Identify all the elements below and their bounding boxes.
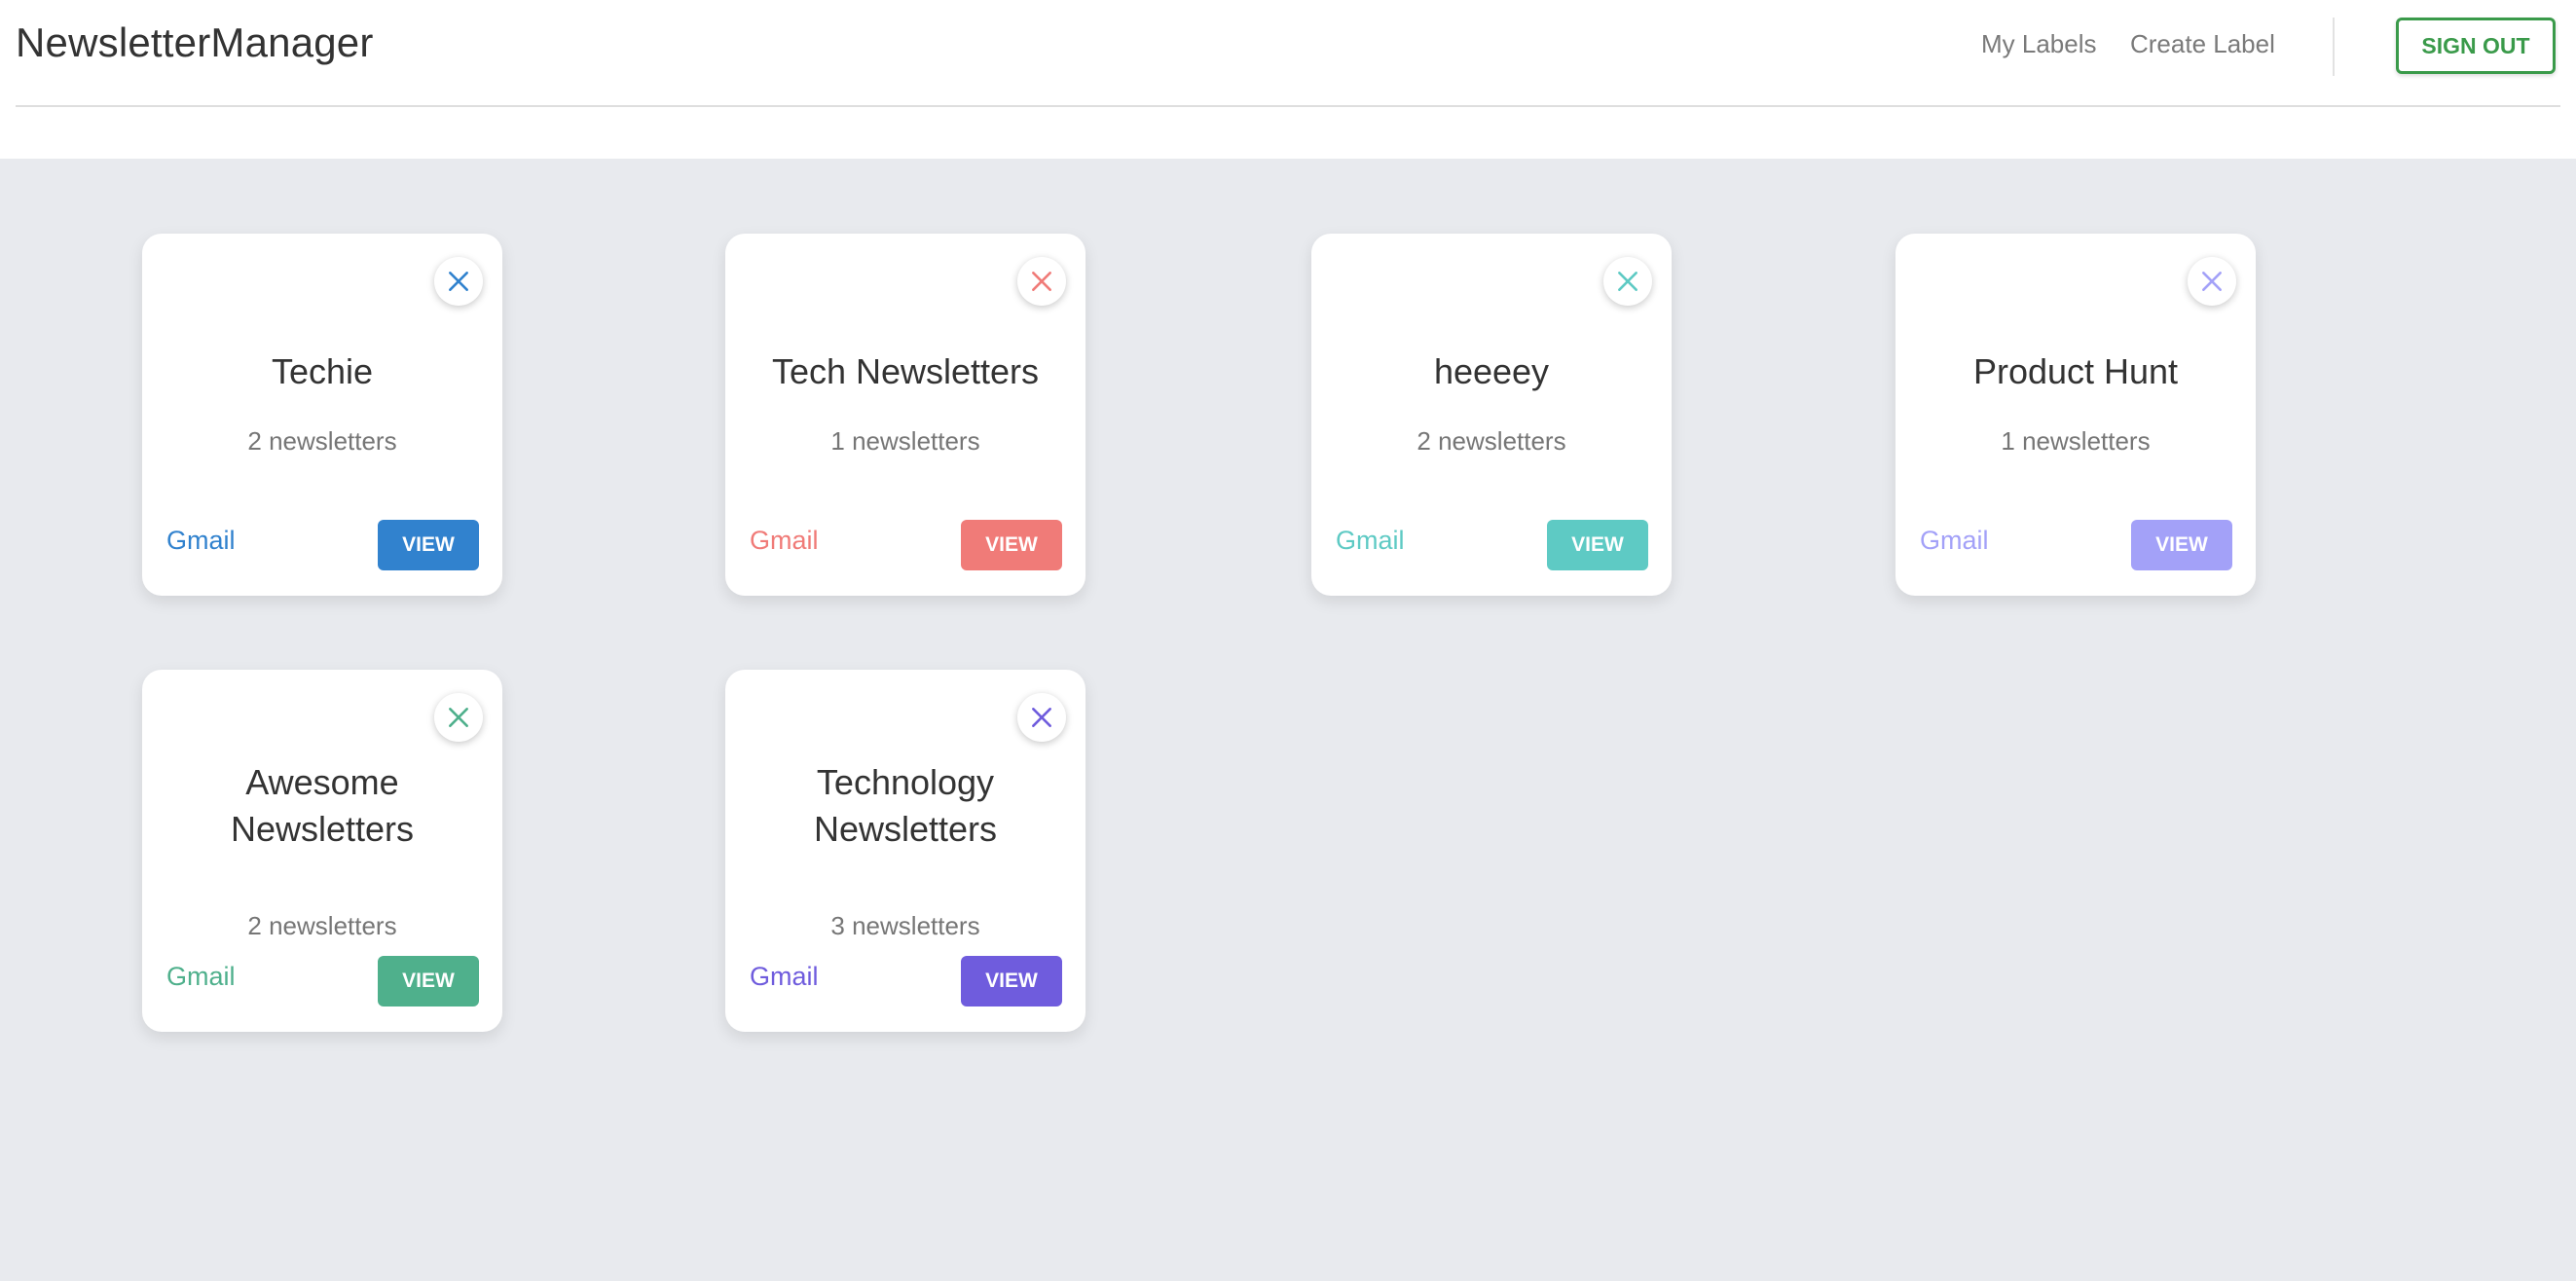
close-icon — [2202, 272, 2222, 291]
provider-link[interactable]: Gmail — [166, 526, 236, 556]
close-icon — [449, 272, 468, 291]
label-title: heeeey — [1433, 351, 1550, 391]
close-icon — [1032, 272, 1051, 291]
nav-my-labels[interactable]: My Labels — [1981, 29, 2097, 59]
label-card-technology-newsletters: Technology Newsletters 3 newsletters Gma… — [725, 670, 1086, 1032]
delete-label-button[interactable] — [1603, 257, 1652, 306]
delete-label-button[interactable] — [434, 257, 483, 306]
provider-link[interactable]: Gmail — [750, 526, 819, 556]
labels-grid: Techie 2 newsletters Gmail VIEW Tech New… — [0, 159, 2576, 1281]
nav-divider — [2333, 18, 2335, 76]
label-card-heeeey: heeeey 2 newsletters Gmail VIEW — [1311, 234, 1672, 596]
close-icon — [1032, 708, 1051, 727]
label-card-awesome-newsletters: Awesome Newsletters 2 newsletters Gmail … — [142, 670, 502, 1032]
label-count: 1 newsletters — [2001, 426, 2151, 456]
close-icon — [1618, 272, 1638, 291]
delete-label-button[interactable] — [2188, 257, 2236, 306]
label-title: Techie — [271, 351, 374, 391]
provider-link[interactable]: Gmail — [750, 962, 819, 992]
label-count: 2 newsletters — [247, 911, 397, 940]
label-count: 2 newsletters — [1417, 426, 1566, 456]
provider-link[interactable]: Gmail — [166, 962, 236, 992]
view-button[interactable]: VIEW — [378, 956, 479, 1006]
label-title: Product Hunt — [1972, 351, 2179, 391]
provider-link[interactable]: Gmail — [1920, 526, 1989, 556]
view-button[interactable]: VIEW — [1547, 520, 1648, 570]
label-count: 2 newsletters — [247, 426, 397, 456]
sign-out-button[interactable]: SIGN OUT — [2396, 18, 2556, 74]
delete-label-button[interactable] — [1017, 693, 1066, 742]
view-button[interactable]: VIEW — [2131, 520, 2232, 570]
header-divider — [16, 105, 2560, 107]
label-count: 1 newsletters — [830, 426, 980, 456]
close-icon — [449, 708, 468, 727]
delete-label-button[interactable] — [434, 693, 483, 742]
label-title: Technology Newsletters — [813, 762, 998, 849]
view-button[interactable]: VIEW — [378, 520, 479, 570]
provider-link[interactable]: Gmail — [1336, 526, 1405, 556]
app-brand[interactable]: NewsletterManager — [16, 19, 374, 66]
label-title: Awesome Newsletters — [230, 762, 415, 849]
view-button[interactable]: VIEW — [961, 520, 1062, 570]
label-count: 3 newsletters — [830, 911, 980, 940]
top-header: NewsletterManager My Labels Create Label… — [0, 0, 2576, 159]
nav-create-label[interactable]: Create Label — [2130, 29, 2275, 59]
delete-label-button[interactable] — [1017, 257, 1066, 306]
label-card-product-hunt: Product Hunt 1 newsletters Gmail VIEW — [1895, 234, 2256, 596]
view-button[interactable]: VIEW — [961, 956, 1062, 1006]
label-title: Tech Newsletters — [771, 351, 1040, 391]
label-card-tech-newsletters: Tech Newsletters 1 newsletters Gmail VIE… — [725, 234, 1086, 596]
label-card-techie: Techie 2 newsletters Gmail VIEW — [142, 234, 502, 596]
